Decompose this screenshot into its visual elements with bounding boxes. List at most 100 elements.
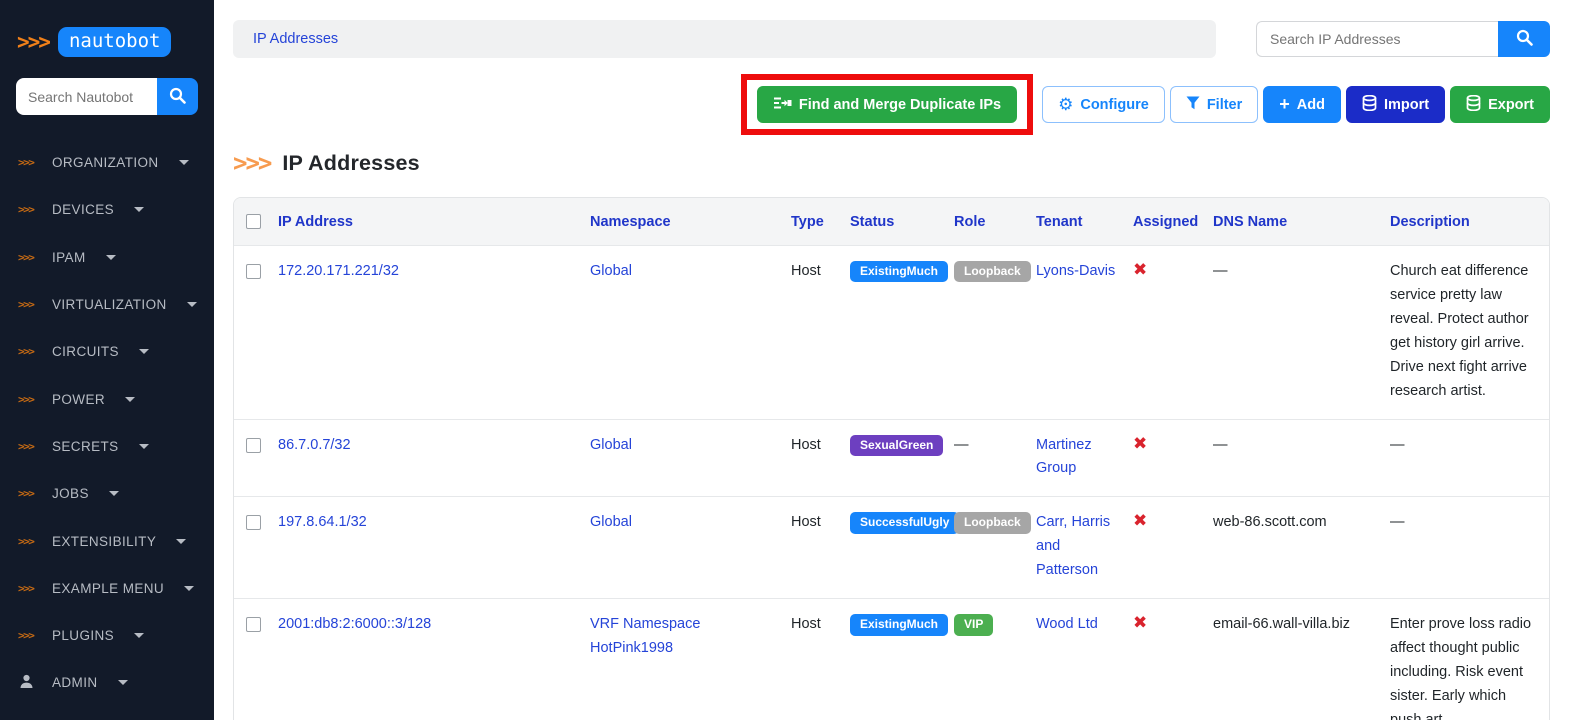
sidebar-item-extensibility[interactable]: >>>EXTENSIBILITY (0, 517, 214, 564)
breadcrumb-link[interactable]: IP Addresses (253, 31, 338, 47)
column-header-dns-name[interactable]: DNS Name (1213, 198, 1390, 246)
column-header-ip-address[interactable]: IP Address (278, 198, 590, 246)
sidebar-item-label: POWER (52, 392, 105, 407)
sidebar-item-label: EXAMPLE MENU (52, 581, 164, 596)
main-content: IP Addresses Find and Merge Duplicate IP… (214, 0, 1592, 720)
sidebar-item-label: ADMIN (52, 675, 98, 690)
merge-icon (773, 96, 792, 114)
namespace-link[interactable]: Global (590, 437, 632, 453)
sidebar-item-example-menu[interactable]: >>>EXAMPLE MENU (0, 565, 214, 612)
column-header-role[interactable]: Role (954, 198, 1036, 246)
page-title: IP Addresses (282, 151, 419, 176)
item-chevrons-icon: >>> (18, 440, 40, 453)
row-checkbox[interactable] (246, 264, 261, 279)
tenant-link[interactable]: Wood Ltd (1036, 616, 1098, 632)
role-cell: VIP (954, 599, 1036, 720)
sidebar-search-button[interactable] (157, 78, 198, 115)
status-badge[interactable]: SexualGreen (850, 435, 943, 456)
dns-name-value: email-66.wall-villa.biz (1213, 616, 1350, 632)
item-chevrons-icon: >>> (18, 251, 40, 264)
import-button[interactable]: Import (1346, 86, 1445, 123)
import-label: Import (1384, 97, 1429, 113)
role-cell: Loopback (954, 497, 1036, 599)
row-checkbox[interactable] (246, 515, 261, 530)
item-chevrons-icon: >>> (18, 345, 40, 358)
column-header-assigned[interactable]: Assigned (1133, 198, 1213, 246)
row-checkbox[interactable] (246, 617, 261, 632)
role-badge[interactable]: Loopback (954, 261, 1031, 282)
type-value: Host (791, 616, 821, 632)
sidebar-item-label: SECRETS (52, 439, 119, 454)
object-search-input[interactable] (1256, 21, 1498, 57)
tenant-link[interactable]: Martinez Group (1036, 437, 1092, 477)
sidebar-item-devices[interactable]: >>>DEVICES (0, 186, 214, 233)
column-header-tenant[interactable]: Tenant (1036, 198, 1133, 246)
sidebar-item-label: CIRCUITS (52, 344, 119, 359)
caret-down-icon (176, 539, 186, 544)
search-icon (169, 87, 186, 107)
caret-down-icon (139, 444, 149, 449)
ip-address-link[interactable]: 86.7.0.7/32 (278, 437, 351, 453)
tenant-link[interactable]: Carr, Harris and Patterson (1036, 514, 1110, 578)
table-row: 172.20.171.221/32 Global Host ExistingMu… (234, 246, 1549, 420)
plus-icon: + (1279, 95, 1290, 113)
row-checkbox[interactable] (246, 438, 261, 453)
caret-down-icon (125, 397, 135, 402)
sidebar-item-label: IPAM (52, 250, 86, 265)
column-header-type[interactable]: Type (791, 198, 850, 246)
sidebar-item-power[interactable]: >>>POWER (0, 375, 214, 422)
ip-address-link[interactable]: 197.8.64.1/32 (278, 514, 367, 530)
brand[interactable]: >>> nautobot (0, 0, 214, 57)
sidebar-item-plugins[interactable]: >>>PLUGINS (0, 612, 214, 659)
caret-down-icon (139, 349, 149, 354)
caret-down-icon (179, 160, 189, 165)
find-merge-label: Find and Merge Duplicate IPs (799, 97, 1001, 113)
status-badge[interactable]: SuccessfulUgly (850, 512, 959, 533)
namespace-link[interactable]: Global (590, 263, 632, 279)
namespace-link[interactable]: VRF Namespace HotPink1998 (590, 616, 700, 656)
type-value: Host (791, 263, 821, 279)
configure-button[interactable]: ⚙ Configure (1042, 86, 1165, 123)
sidebar-item-label: PLUGINS (52, 628, 114, 643)
caret-down-icon (118, 680, 128, 685)
tenant-link[interactable]: Lyons-Davis (1036, 263, 1115, 279)
find-merge-duplicate-ips-button[interactable]: Find and Merge Duplicate IPs (757, 86, 1017, 123)
description-value: Enter prove loss radio affect thought pu… (1390, 616, 1531, 720)
export-button[interactable]: Export (1450, 86, 1550, 123)
sidebar-item-ipam[interactable]: >>> IPAM (0, 234, 214, 281)
column-header-description[interactable]: Description (1390, 198, 1549, 246)
brand-chevrons-icon: >>> (17, 30, 49, 54)
status-badge[interactable]: ExistingMuch (850, 614, 948, 635)
sidebar-search (16, 78, 198, 115)
sidebar-item-secrets[interactable]: >>> SECRETS (0, 423, 214, 470)
filter-button[interactable]: Filter (1170, 86, 1258, 123)
sidebar-item-admin[interactable]: ADMIN (0, 659, 214, 706)
ip-address-link[interactable]: 2001:db8:2:6000::3/128 (278, 616, 431, 632)
breadcrumb: IP Addresses (233, 20, 1216, 58)
caret-down-icon (187, 302, 197, 307)
gear-icon: ⚙ (1058, 96, 1073, 113)
sidebar-search-input[interactable] (16, 78, 157, 115)
role-badge[interactable]: Loopback (954, 512, 1031, 533)
dns-name-value: — (1213, 437, 1228, 453)
sidebar-item-virtualization[interactable]: >>>VIRTUALIZATION (0, 281, 214, 328)
description-value: Church eat difference service pretty law… (1390, 263, 1529, 399)
sidebar-item-organization[interactable]: >>>ORGANIZATION (0, 139, 214, 186)
add-button[interactable]: + Add (1263, 86, 1341, 123)
nautobot-logo[interactable]: nautobot (58, 27, 172, 57)
toolbar: Find and Merge Duplicate IPs ⚙ Configure… (233, 74, 1550, 135)
role-cell: Loopback (954, 246, 1036, 420)
namespace-link[interactable]: Global (590, 514, 632, 530)
sidebar-item-circuits[interactable]: >>> CIRCUITS (0, 328, 214, 375)
highlight-rectangle: Find and Merge Duplicate IPs (741, 74, 1033, 135)
column-header-namespace[interactable]: Namespace (590, 198, 791, 246)
status-badge[interactable]: ExistingMuch (850, 261, 948, 282)
role-badge[interactable]: VIP (954, 614, 993, 635)
ip-address-link[interactable]: 172.20.171.221/32 (278, 263, 399, 279)
column-header-status[interactable]: Status (850, 198, 954, 246)
object-search-button[interactable] (1498, 21, 1550, 57)
select-all-checkbox[interactable] (246, 214, 261, 229)
configure-label: Configure (1080, 97, 1148, 113)
table-header-row: IP Address Namespace Type Status Role Te… (234, 198, 1549, 246)
sidebar-item-jobs[interactable]: >>>JOBS (0, 470, 214, 517)
